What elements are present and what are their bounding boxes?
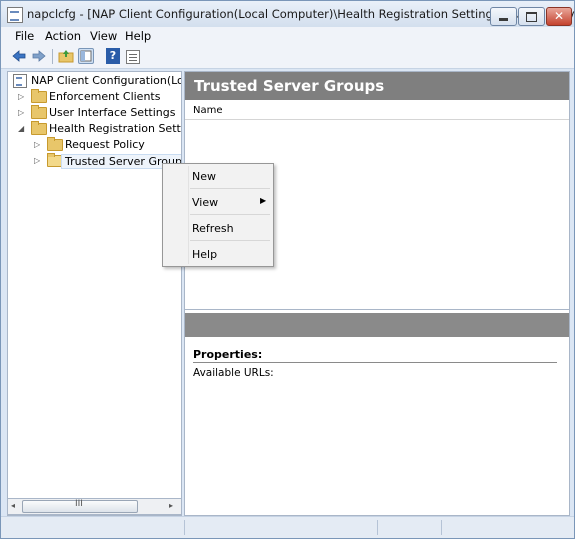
tree-item-trusted-server-groups[interactable]: ▷ Trusted Server Groups bbox=[11, 153, 181, 169]
tree-item-label: Health Registration Settings bbox=[49, 122, 181, 135]
tree-item-label: User Interface Settings bbox=[49, 106, 176, 119]
properties-title: Properties: bbox=[193, 348, 263, 361]
scroll-right-icon[interactable]: ▸ bbox=[169, 501, 173, 510]
context-menu-refresh[interactable]: Refresh bbox=[163, 217, 273, 239]
menu-bar: File Action View Help bbox=[1, 27, 574, 46]
folder-icon bbox=[31, 105, 47, 119]
status-divider bbox=[377, 520, 378, 535]
status-divider bbox=[184, 520, 185, 535]
folder-icon bbox=[47, 137, 63, 151]
menu-file[interactable]: File bbox=[15, 29, 34, 43]
minimize-button[interactable] bbox=[490, 7, 517, 26]
folder-icon bbox=[31, 121, 47, 135]
expand-icon[interactable]: ▷ bbox=[18, 109, 26, 117]
available-urls-label: Available URLs: bbox=[193, 367, 274, 379]
close-icon: ✕ bbox=[553, 9, 565, 23]
column-name[interactable]: Name bbox=[193, 105, 223, 116]
tree-item-user-interface-settings[interactable]: ▷ User Interface Settings bbox=[11, 105, 181, 121]
maximize-icon bbox=[526, 12, 537, 22]
expand-icon[interactable]: ▷ bbox=[34, 141, 42, 149]
tree-item-enforcement-clients[interactable]: ▷ Enforcement Clients bbox=[11, 89, 181, 105]
menu-separator bbox=[190, 188, 270, 189]
expand-icon[interactable]: ▷ bbox=[34, 157, 42, 165]
menu-item-label: Help bbox=[192, 248, 218, 261]
maximize-button[interactable] bbox=[518, 7, 545, 26]
forward-arrow-icon[interactable] bbox=[31, 48, 47, 64]
console-tree[interactable]: NAP Client Configuration(Local ▷ Enforce… bbox=[7, 71, 182, 516]
status-divider bbox=[441, 520, 442, 535]
context-menu-help[interactable]: Help bbox=[163, 243, 273, 265]
up-folder-icon[interactable] bbox=[58, 48, 74, 64]
tree-item-label: NAP Client Configuration(Local bbox=[31, 74, 181, 87]
pane-header-title: Trusted Server Groups bbox=[185, 72, 569, 100]
export-list-icon[interactable] bbox=[126, 50, 140, 64]
scroll-thumb[interactable]: III bbox=[22, 499, 138, 513]
toolbar: ? bbox=[1, 46, 574, 69]
back-arrow-icon[interactable] bbox=[11, 48, 27, 64]
tree-item-label: Enforcement Clients bbox=[49, 90, 161, 103]
folder-icon bbox=[31, 89, 47, 103]
app-icon[interactable] bbox=[7, 7, 23, 23]
collapse-icon[interactable]: ◢ bbox=[18, 125, 26, 133]
close-button[interactable]: ✕ bbox=[546, 7, 572, 26]
results-pane: Trusted Server Groups Name Properties: A… bbox=[184, 71, 570, 516]
menu-action[interactable]: Action bbox=[45, 29, 81, 43]
menu-view[interactable]: View bbox=[90, 29, 117, 43]
menu-separator bbox=[190, 240, 270, 241]
status-bar bbox=[1, 516, 574, 538]
menu-item-label: Refresh bbox=[192, 222, 234, 235]
expand-icon[interactable]: ▷ bbox=[18, 93, 26, 101]
properties-divider bbox=[193, 362, 557, 363]
horizontal-scrollbar[interactable]: ◂ III ▸ bbox=[7, 498, 182, 515]
title-bar[interactable]: napclcfg - [NAP Client Configuration(Loc… bbox=[1, 1, 575, 27]
console-icon bbox=[13, 74, 27, 88]
context-menu-view[interactable]: View ▶ bbox=[163, 191, 273, 213]
scroll-left-icon[interactable]: ◂ bbox=[11, 501, 15, 510]
mmc-window: napclcfg - [NAP Client Configuration(Loc… bbox=[0, 0, 575, 539]
toolbar-separator bbox=[52, 49, 53, 64]
tree-item-label: Request Policy bbox=[65, 138, 145, 151]
list-divider bbox=[185, 309, 569, 310]
menu-item-label: View bbox=[192, 196, 219, 209]
menu-item-label: New bbox=[192, 170, 216, 183]
minimize-icon bbox=[499, 18, 508, 21]
help-icon[interactable]: ? bbox=[106, 48, 120, 64]
show-hide-tree-icon[interactable] bbox=[78, 48, 94, 64]
menu-separator bbox=[190, 214, 270, 215]
tree-item-request-policy[interactable]: ▷ Request Policy bbox=[11, 137, 181, 153]
menu-help[interactable]: Help bbox=[125, 29, 151, 43]
submenu-arrow-icon: ▶ bbox=[260, 196, 267, 205]
tree-item-health-registration-settings[interactable]: ◢ Health Registration Settings bbox=[11, 121, 181, 137]
tree-item-root[interactable]: NAP Client Configuration(Local bbox=[11, 74, 181, 89]
details-header-bar bbox=[185, 313, 569, 337]
scroll-grip-icon: III bbox=[75, 499, 83, 509]
column-header[interactable]: Name bbox=[185, 102, 569, 120]
context-menu: New View ▶ Refresh Help bbox=[162, 163, 274, 267]
context-menu-new[interactable]: New bbox=[163, 165, 273, 187]
